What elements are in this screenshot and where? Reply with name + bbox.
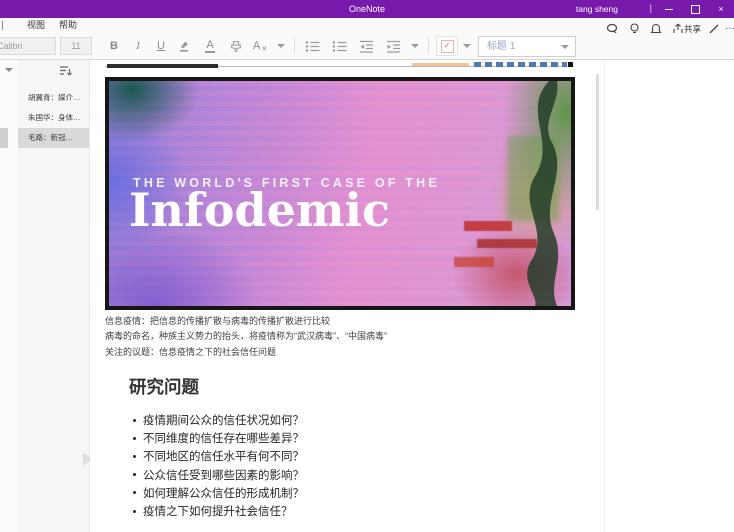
titlebar: OneNote tang sheng | × — [0, 0, 734, 18]
toolbar-divider — [428, 38, 429, 54]
font-name-value: Calibri — [0, 41, 23, 51]
italic-button[interactable]: I — [128, 36, 148, 56]
note-paragraph[interactable]: 关注的议题：信息疫情之下的社会信任问题 — [105, 345, 595, 360]
menu-edge-fragment — [2, 21, 3, 30]
underline-button[interactable]: U — [151, 36, 171, 56]
paragraph-style-select[interactable]: 标题 1 — [478, 36, 576, 57]
list-item-text: 疫情期间公众的信任状况如何？ — [143, 412, 304, 428]
paragraph-style-value: 标题 1 — [487, 41, 515, 52]
image-title-text: Infodemic — [129, 185, 390, 236]
onenote-window: OneNote tang sheng | × 视图 帮助 — [0, 0, 734, 532]
numbered-list-button[interactable] — [329, 36, 349, 56]
list-item[interactable]: 公众信任受到哪些因素的影响？ — [133, 466, 304, 484]
toolbar-divider — [294, 38, 295, 54]
app-title: OneNote — [0, 0, 734, 18]
canvas-divider — [604, 60, 605, 532]
numbered-list-icon — [332, 40, 347, 53]
horizontal-scrollbar-thumb[interactable] — [107, 64, 218, 68]
list-item[interactable]: 疫情期间公众的信任状况如何？ — [133, 411, 304, 429]
outdent-icon — [359, 40, 374, 53]
list-item-text: 公众信任受到哪些因素的影响？ — [143, 467, 304, 483]
list-item[interactable]: 不同地区的信任水平有何不同？ — [133, 447, 304, 465]
clear-formatting-x-icon: ✕ — [261, 45, 267, 53]
format-painter-button[interactable] — [226, 36, 246, 56]
clipped-highlight-fragment — [412, 63, 469, 66]
note-heading[interactable]: 研究问题 — [129, 374, 199, 399]
list-item-text: 不同地区的信任水平有何不同？ — [143, 448, 304, 464]
more-options-button[interactable]: … — [724, 20, 734, 34]
bullet-icon — [133, 437, 136, 440]
font-size-select[interactable]: 11 — [60, 37, 92, 55]
bullet-list-icon — [305, 40, 320, 53]
page-item[interactable]: 胡翼青：媒介… — [18, 88, 89, 108]
list-item[interactable]: 不同维度的信任存在哪些差异？ — [133, 429, 304, 447]
font-color-button[interactable]: A — [200, 36, 220, 56]
decrease-indent-button[interactable] — [356, 36, 376, 56]
resize-handle[interactable] — [568, 62, 573, 67]
page-item[interactable]: 朱国华：身体… — [18, 108, 89, 128]
section-highlight-fragment — [0, 128, 8, 148]
bold-button[interactable]: B — [104, 36, 124, 56]
bullet-icon — [133, 473, 136, 476]
paintbrush-icon — [229, 39, 243, 53]
leaf-shape — [491, 81, 571, 306]
close-icon: × — [718, 4, 723, 14]
bullet-icon — [133, 455, 136, 458]
bullet-icon — [133, 419, 136, 422]
menubar — [0, 18, 734, 33]
maximize-icon — [691, 5, 700, 14]
clear-formatting-button[interactable]: A ✕ — [250, 36, 270, 56]
font-size-value: 11 — [71, 41, 80, 51]
sort-pages-button[interactable] — [57, 63, 73, 79]
minimize-button[interactable] — [656, 0, 682, 18]
vertical-scrollbar-thumb[interactable] — [596, 74, 599, 210]
infodemic-image[interactable]: THE WORLD'S FIRST CASE OF THE Infodemic — [105, 77, 575, 310]
menu-view[interactable]: 视图 — [27, 18, 45, 33]
bullet-list-button[interactable] — [302, 36, 322, 56]
clear-formatting-letter: A — [253, 40, 260, 52]
list-item-text: 不同维度的信任存在哪些差异？ — [143, 430, 304, 446]
list-item[interactable]: 如何理解公众信任的形成机制？ — [133, 484, 304, 502]
font-color-letter: A — [206, 40, 213, 50]
note-paragraph[interactable]: 信息疫情：把信息的传播扩散与病毒的传播扩散进行比较 — [105, 314, 595, 329]
indent-icon — [386, 40, 401, 53]
titlebar-separator: | — [650, 0, 652, 18]
bullet-icon — [133, 510, 136, 513]
bullet-icon — [133, 491, 136, 494]
clipped-link-fragment — [474, 62, 567, 67]
list-item-text: 疫情之下如何提升社会信任？ — [143, 503, 293, 519]
glitch-decoration — [454, 257, 494, 267]
minimize-icon — [665, 9, 673, 10]
chevron-down-icon[interactable] — [411, 44, 419, 48]
account-button[interactable]: tang sheng — [576, 0, 618, 18]
chevron-down-icon[interactable] — [277, 44, 285, 48]
highlighter-button[interactable] — [174, 36, 194, 56]
highlighter-icon — [177, 39, 191, 53]
page-item-selected[interactable]: 毛路：新冠… — [18, 128, 89, 148]
sort-icon — [59, 65, 72, 77]
note-bullet-list: 疫情期间公众的信任状况如何？ 不同维度的信任存在哪些差异？ 不同地区的信任水平有… — [133, 411, 304, 520]
notebook-chevron-down-icon[interactable] — [5, 68, 13, 72]
increase-indent-button[interactable] — [383, 36, 403, 56]
todo-checkbox-icon: ✓ — [441, 40, 454, 53]
menu-help[interactable]: 帮助 — [59, 18, 77, 33]
todo-tag-button[interactable]: ✓ — [436, 36, 458, 56]
chevron-down-icon[interactable] — [463, 44, 471, 48]
font-name-select[interactable]: Calibri — [0, 37, 56, 55]
list-item[interactable]: 疫情之下如何提升社会信任？ — [133, 502, 304, 520]
maximize-button[interactable] — [682, 0, 708, 18]
note-paragraphs: 信息疫情：把信息的传播扩散与病毒的传播扩散进行比较 病毒的命名，种族主义势力的抬… — [105, 314, 595, 360]
note-paragraph[interactable]: 病毒的命名，种族主义势力的抬头，将疫情称为“武汉病毒”、“中国病毒” — [105, 329, 595, 344]
font-color-bar-icon — [205, 51, 215, 53]
chevron-down-icon — [561, 45, 569, 49]
close-button[interactable]: × — [708, 0, 734, 18]
list-item-text: 如何理解公众信任的形成机制？ — [143, 485, 304, 501]
